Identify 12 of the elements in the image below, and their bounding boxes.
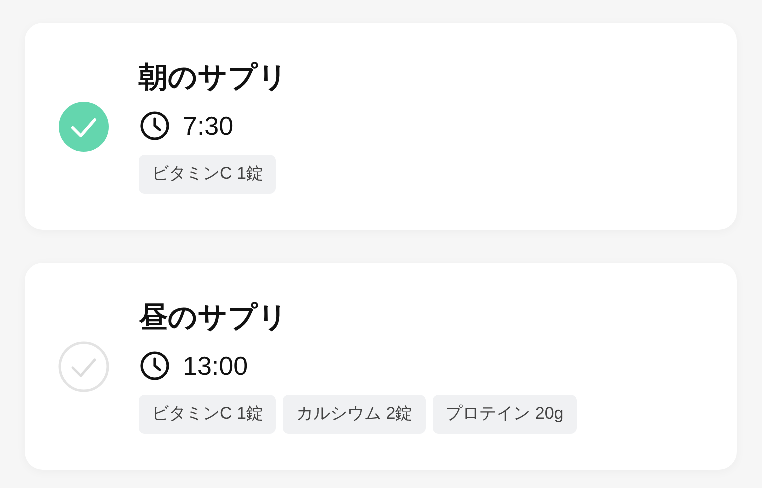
supplement-tag: ビタミンC 1錠: [139, 394, 276, 434]
clock-icon: [139, 110, 171, 142]
supplement-tag: プロテイン 20g: [432, 394, 577, 434]
reminder-time: 13:00: [183, 350, 248, 382]
supplement-tag: カルシウム 2錠: [283, 394, 426, 434]
reminder-title: 昼のサプリ: [139, 300, 289, 336]
check-icon[interactable]: [58, 100, 110, 152]
supplement-tag: ビタミンC 1錠: [139, 154, 276, 194]
reminder-time: 7:30: [183, 110, 234, 142]
clock-icon: [139, 350, 171, 382]
reminder-title: 朝のサプリ: [139, 60, 288, 96]
check-icon[interactable]: [58, 340, 110, 392]
